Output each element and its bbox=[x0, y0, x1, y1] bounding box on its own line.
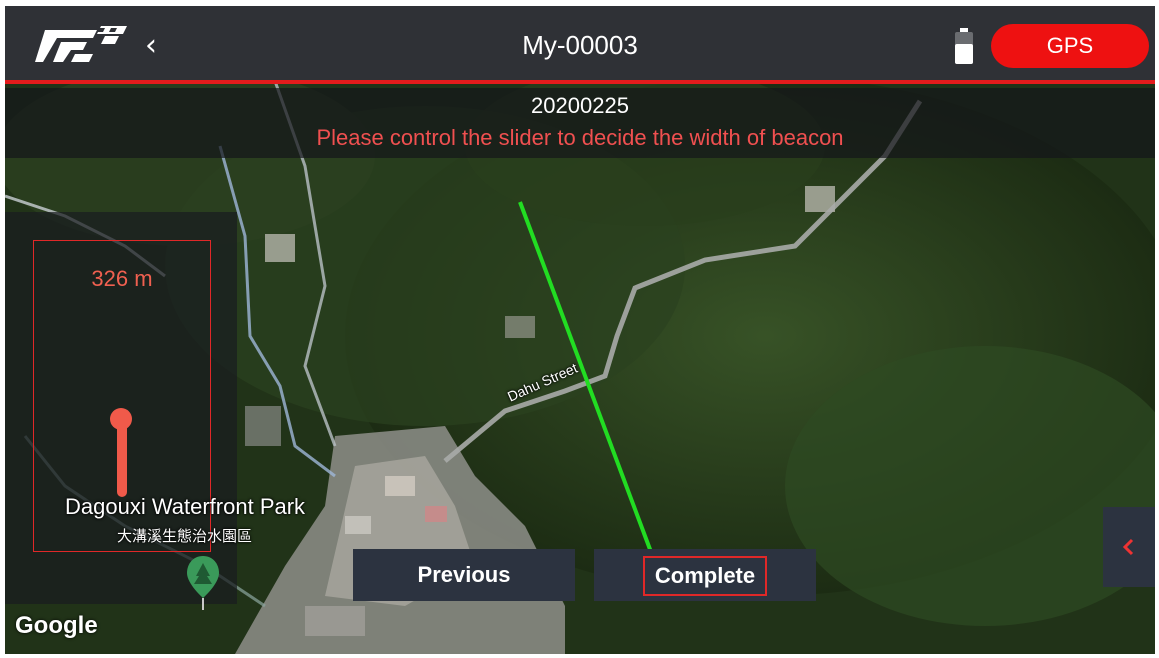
info-banner: 20200225 Please control the slider to de… bbox=[5, 88, 1155, 158]
back-chevron-icon[interactable]: ‹ bbox=[133, 26, 169, 66]
session-date: 20200225 bbox=[531, 93, 629, 118]
instruction-text: Please control the slider to decide the … bbox=[316, 125, 844, 150]
battery-icon bbox=[955, 28, 973, 64]
gps-button[interactable]: GPS bbox=[991, 24, 1149, 68]
drawer-toggle-button[interactable] bbox=[1103, 507, 1155, 587]
map-label-park: Dagouxi Waterfront Park bbox=[65, 494, 306, 519]
park-pin-icon[interactable] bbox=[185, 554, 221, 610]
map-label-park-cn: 大溝溪生態治水園區 bbox=[117, 527, 253, 545]
app-screen: ‹ My-00003 GPS 20200225 Please control t… bbox=[5, 6, 1155, 654]
complete-button[interactable]: Complete bbox=[594, 549, 816, 601]
top-bar: ‹ My-00003 GPS bbox=[5, 6, 1155, 84]
chevron-left-icon bbox=[1122, 538, 1134, 556]
slider-handle[interactable] bbox=[110, 407, 132, 430]
brand-logo bbox=[35, 26, 127, 62]
complete-button-label: Complete bbox=[642, 556, 768, 597]
page-title: My-00003 bbox=[522, 30, 638, 60]
beacon-width-value: 326 m bbox=[91, 266, 153, 291]
slider-track[interactable] bbox=[117, 418, 127, 497]
previous-button[interactable]: Previous bbox=[353, 549, 575, 601]
google-attribution: Google bbox=[15, 612, 98, 639]
